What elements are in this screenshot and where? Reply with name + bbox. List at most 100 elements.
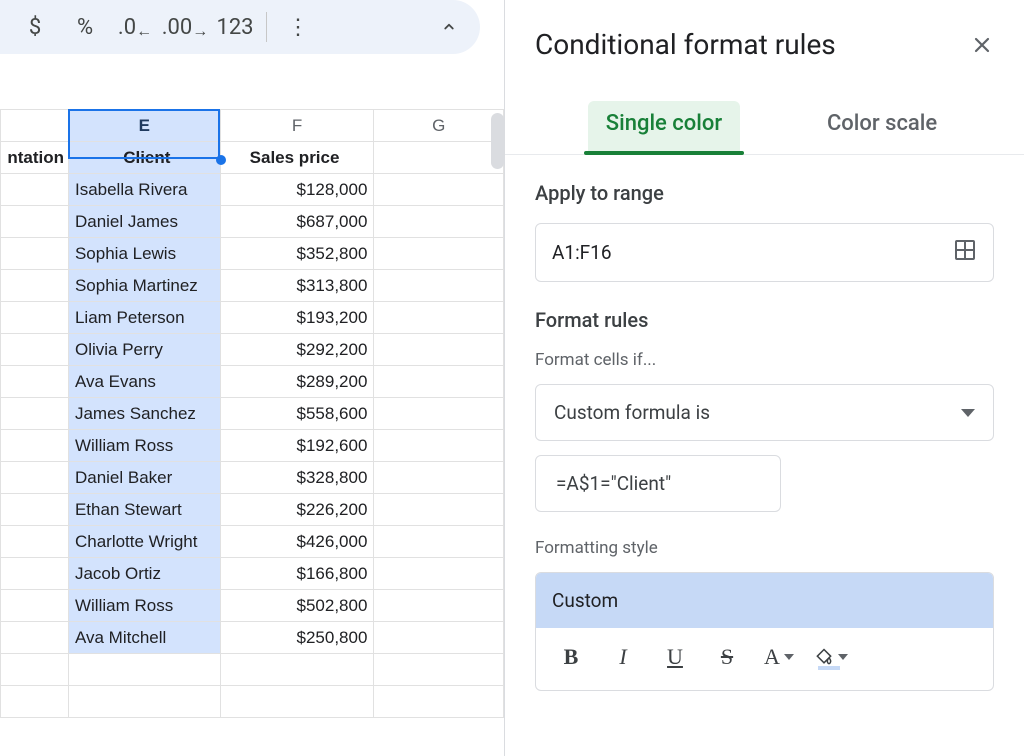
- cell[interactable]: [1, 590, 69, 622]
- col-header-D[interactable]: [1, 110, 69, 142]
- cell[interactable]: [374, 206, 504, 238]
- cell[interactable]: [1, 302, 69, 334]
- cell-client[interactable]: William Ross: [68, 430, 220, 462]
- cell[interactable]: [374, 334, 504, 366]
- style-preview[interactable]: Custom: [536, 573, 993, 628]
- cell-client[interactable]: William Ross: [68, 590, 220, 622]
- spreadsheet-grid[interactable]: E F G ntationClientSales priceIsabella R…: [0, 109, 504, 718]
- col-header-F[interactable]: F: [220, 110, 374, 142]
- cell-price[interactable]: $313,800: [220, 270, 374, 302]
- cell-price[interactable]: $502,800: [220, 590, 374, 622]
- cell-client[interactable]: Sophia Martinez: [68, 270, 220, 302]
- cell[interactable]: [1, 206, 69, 238]
- decrease-decimal-button[interactable]: .0←: [110, 0, 160, 54]
- cell-price[interactable]: $289,200: [220, 366, 374, 398]
- cell[interactable]: [374, 654, 504, 686]
- cell-price[interactable]: $292,200: [220, 334, 374, 366]
- cell[interactable]: [374, 270, 504, 302]
- bold-button[interactable]: B: [550, 640, 592, 674]
- cell-price[interactable]: $250,800: [220, 622, 374, 654]
- formula-input[interactable]: =A$1="Client": [535, 455, 781, 512]
- cell[interactable]: [374, 238, 504, 270]
- cell[interactable]: [1, 430, 69, 462]
- cell[interactable]: [1, 334, 69, 366]
- strikethrough-button[interactable]: S: [706, 640, 748, 674]
- cell-price[interactable]: $166,800: [220, 558, 374, 590]
- col-header-E[interactable]: E: [68, 110, 220, 142]
- cell[interactable]: [374, 142, 504, 174]
- cell-price[interactable]: $193,200: [220, 302, 374, 334]
- cell[interactable]: [374, 622, 504, 654]
- cell-price[interactable]: $687,000: [220, 206, 374, 238]
- cell-client[interactable]: Jacob Ortiz: [68, 558, 220, 590]
- cell-salesprice-header[interactable]: Sales price: [220, 142, 374, 174]
- col-header-G[interactable]: G: [374, 110, 504, 142]
- percent-format-button[interactable]: %: [60, 0, 110, 54]
- cell-price[interactable]: $426,000: [220, 526, 374, 558]
- cell[interactable]: [1, 686, 69, 718]
- cell-price[interactable]: $128,000: [220, 174, 374, 206]
- underline-button[interactable]: U: [654, 640, 696, 674]
- cell-client[interactable]: Isabella Rivera: [68, 174, 220, 206]
- more-formats-button[interactable]: 123: [210, 0, 260, 54]
- cell-client[interactable]: Ava Mitchell: [68, 622, 220, 654]
- cell[interactable]: [1, 174, 69, 206]
- fill-color-button[interactable]: [810, 640, 852, 674]
- cell[interactable]: [1, 654, 69, 686]
- cell[interactable]: [374, 430, 504, 462]
- select-range-button[interactable]: [953, 238, 977, 267]
- cell[interactable]: [374, 462, 504, 494]
- cell[interactable]: [68, 654, 220, 686]
- cell-client[interactable]: Olivia Perry: [68, 334, 220, 366]
- condition-dropdown[interactable]: Custom formula is: [535, 384, 994, 441]
- cell[interactable]: [374, 366, 504, 398]
- text-color-button[interactable]: A: [758, 640, 800, 674]
- cell[interactable]: [1, 526, 69, 558]
- cell[interactable]: [374, 174, 504, 206]
- cell[interactable]: [1, 366, 69, 398]
- cell-client[interactable]: Charlotte Wright: [68, 526, 220, 558]
- cell-client[interactable]: Sophia Lewis: [68, 238, 220, 270]
- conditional-format-panel: Conditional format rules Single color Co…: [504, 0, 1024, 756]
- cell[interactable]: [374, 686, 504, 718]
- cell[interactable]: [1, 270, 69, 302]
- cell[interactable]: [1, 494, 69, 526]
- toolbar-overflow-button[interactable]: ⋮: [273, 0, 323, 54]
- cell[interactable]: [1, 622, 69, 654]
- cell-price[interactable]: $328,800: [220, 462, 374, 494]
- cell[interactable]: [374, 494, 504, 526]
- cell-client[interactable]: Daniel Baker: [68, 462, 220, 494]
- vertical-scrollbar[interactable]: [491, 113, 504, 169]
- range-input[interactable]: A1:F16: [535, 223, 994, 282]
- cell[interactable]: [1, 558, 69, 590]
- cell[interactable]: [68, 686, 220, 718]
- close-panel-button[interactable]: [970, 33, 994, 57]
- cell-client-header[interactable]: Client: [68, 142, 220, 174]
- cell[interactable]: [1, 398, 69, 430]
- cell[interactable]: ntation: [1, 142, 69, 174]
- cell[interactable]: [374, 398, 504, 430]
- cell-client[interactable]: Ava Evans: [68, 366, 220, 398]
- cell-price[interactable]: $558,600: [220, 398, 374, 430]
- cell[interactable]: [374, 302, 504, 334]
- cell[interactable]: [374, 590, 504, 622]
- cell-client[interactable]: James Sanchez: [68, 398, 220, 430]
- collapse-toolbar-button[interactable]: [426, 0, 472, 54]
- italic-button[interactable]: I: [602, 640, 644, 674]
- cell-price[interactable]: $352,800: [220, 238, 374, 270]
- cell-client[interactable]: Liam Peterson: [68, 302, 220, 334]
- cell[interactable]: [220, 686, 374, 718]
- increase-decimal-button[interactable]: .00→: [160, 0, 210, 54]
- cell-price[interactable]: $226,200: [220, 494, 374, 526]
- tab-single-color[interactable]: Single color: [588, 101, 740, 154]
- cell[interactable]: [374, 558, 504, 590]
- cell[interactable]: [374, 526, 504, 558]
- cell[interactable]: [1, 462, 69, 494]
- cell[interactable]: [1, 238, 69, 270]
- cell-price[interactable]: $192,600: [220, 430, 374, 462]
- cell-client[interactable]: Daniel James: [68, 206, 220, 238]
- currency-format-button[interactable]: $: [10, 0, 60, 54]
- tab-color-scale[interactable]: Color scale: [823, 101, 941, 154]
- cell-client[interactable]: Ethan Stewart: [68, 494, 220, 526]
- cell[interactable]: [220, 654, 374, 686]
